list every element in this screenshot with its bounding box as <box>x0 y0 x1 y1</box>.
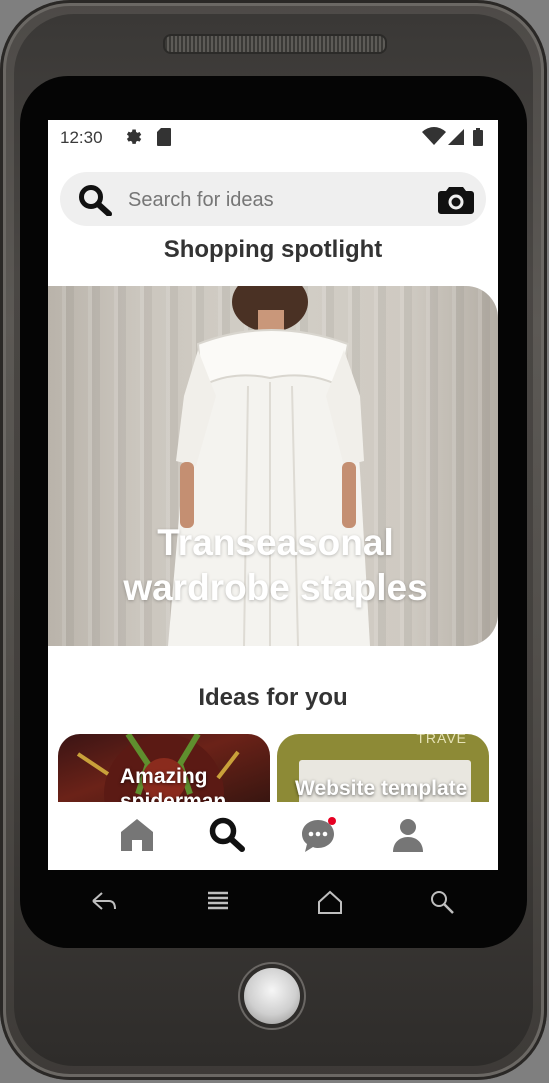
camera-icon[interactable] <box>438 184 474 219</box>
back-icon[interactable] <box>90 888 118 921</box>
status-time: 12:30 <box>60 128 103 147</box>
wifi-icon <box>422 127 446 152</box>
status-bar: 12:30 <box>48 120 498 156</box>
messages-icon[interactable] <box>300 816 340 856</box>
sd-card-icon <box>156 127 172 152</box>
home-icon[interactable] <box>316 888 344 921</box>
spotlight-title: Transeasonal wardrobe staples <box>48 520 498 610</box>
profile-icon[interactable] <box>389 816 429 856</box>
shopping-spotlight-heading: Shopping spotlight <box>163 236 383 263</box>
search-bar[interactable] <box>60 172 486 226</box>
battery-icon <box>472 127 484 152</box>
idea-card-corner-text: TRAVE <box>416 734 467 746</box>
spotlight-title-line1: Transeasonal <box>157 522 394 563</box>
bottom-navigation <box>48 802 498 870</box>
cell-signal-icon <box>446 127 466 152</box>
search-input[interactable] <box>128 186 418 214</box>
hardware-home-button[interactable] <box>244 968 300 1024</box>
search-icon <box>78 184 112 221</box>
home-icon[interactable] <box>118 816 158 856</box>
idea-card-label-line1: Amazing <box>120 765 208 788</box>
settings-gear-icon <box>124 127 144 152</box>
spotlight-title-line2: wardrobe staples <box>123 567 428 608</box>
menu-icon[interactable] <box>205 888 231 921</box>
search-icon[interactable] <box>428 888 456 921</box>
search-icon[interactable] <box>208 816 248 856</box>
idea-card-label: Website template <box>295 777 468 800</box>
app-screen: 12:30 Shopping spotlight <box>48 120 498 870</box>
earpiece-speaker <box>163 34 387 54</box>
spotlight-card[interactable]: Transeasonal wardrobe staples <box>48 286 498 646</box>
ideas-for-you-heading: Ideas for you <box>198 684 348 711</box>
